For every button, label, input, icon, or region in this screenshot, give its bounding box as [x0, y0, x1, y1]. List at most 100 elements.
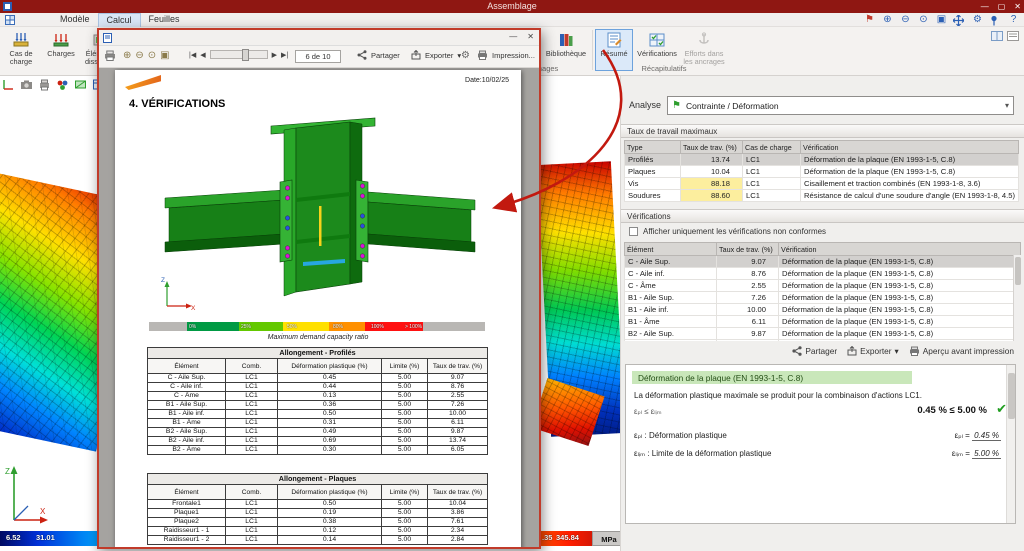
print-preview-button[interactable]: Aperçu avant impression [909, 346, 1014, 356]
previous-page-button[interactable]: ◀ [200, 51, 205, 59]
cell: B2 - Aile Sup. [625, 328, 717, 340]
column-header[interactable]: Taux de trav. (%) [717, 243, 779, 256]
section-plane-icon[interactable] [74, 78, 87, 92]
tab-feuilles[interactable]: Feuilles [141, 13, 188, 27]
preview-title-bar: — ✕ [99, 30, 539, 46]
legend-value: 345.84 [556, 533, 579, 542]
zoom-out-icon[interactable]: ⊖ [135, 50, 143, 62]
cell: 7.26 [717, 292, 779, 304]
table-row[interactable]: B2 - Aile inf. 13.74 Déformation de la p… [625, 340, 1021, 342]
table-row[interactable]: Vis 88.18 LC1 Cisaillement et traction c… [625, 178, 1019, 190]
zoom-window-icon[interactable]: ⊙ [917, 14, 930, 26]
cell: Déformation de la plaque (EN 1993-1-5, C… [801, 166, 1019, 178]
table-row: B1 - Aile inf.LC10.505.0010.00 [148, 410, 488, 419]
table-title-row: Allongement - Profilés [148, 348, 488, 359]
settings-gear-icon[interactable]: ⚙ [971, 14, 984, 26]
analysis-dropdown[interactable]: ⚑ Contrainte / Déformation ▾ [667, 96, 1014, 115]
scrollbar[interactable] [1013, 255, 1021, 341]
verification-detail: Déformation de la plaque (EN 1993-1-5, C… [625, 364, 1016, 524]
column-header[interactable]: Vérification [779, 243, 1021, 256]
preview-document-area[interactable]: Date:10/02/25 4. VÉRIFICATIONS [99, 68, 539, 547]
preview-export-button[interactable]: Exporter ▾ [411, 50, 461, 60]
preview-print-button[interactable]: Impression... [477, 50, 535, 60]
cell: B1 - Aile inf. [625, 304, 717, 316]
zoom-in-icon[interactable]: ⊕ [881, 14, 894, 26]
table-row[interactable]: B1 - Aile inf. 10.00 Déformation de la p… [625, 304, 1021, 316]
printer-icon[interactable] [38, 78, 51, 92]
zoom-page-icon[interactable]: ▣ [160, 50, 169, 62]
help-icon[interactable]: ? [1007, 14, 1020, 26]
table-row[interactable]: C - Aile Sup. 9.07 Déformation de la pla… [625, 256, 1021, 268]
pin-icon[interactable] [989, 15, 1002, 26]
column-header[interactable]: Cas de charge [743, 141, 801, 154]
share-button[interactable]: Partager [792, 346, 837, 356]
section-header-max[interactable]: Taux de travail maximaux [621, 124, 1024, 138]
table-row[interactable]: C - Aile inf. 8.76 Déformation de la pla… [625, 268, 1021, 280]
export-button[interactable]: Exporter ▾ [847, 346, 899, 356]
page-slider-thumb[interactable] [242, 49, 249, 61]
tab-modele[interactable]: Modèle [52, 13, 98, 27]
cell: C - Aile inf. [625, 268, 717, 280]
table-row[interactable]: Soudures 88.60 LC1 Résistance de calcul … [625, 190, 1019, 202]
camera-icon[interactable] [20, 78, 33, 92]
filter-checkbox-row: Afficher uniquement les vérifications no… [629, 227, 826, 236]
palette-icon[interactable] [56, 78, 69, 92]
axes-tool-icon[interactable] [2, 78, 15, 92]
next-page-button[interactable]: ▶ [272, 51, 277, 59]
page-navigation: |◀ ◀ ▶ ▶| [189, 50, 288, 59]
table-row[interactable]: B1 - Âme 6.11 Déformation de la plaque (… [625, 316, 1021, 328]
minimize-button[interactable]: — [981, 2, 989, 11]
cell: C - Âme [625, 280, 717, 292]
preview-close-button[interactable]: ✕ [527, 32, 534, 41]
close-button[interactable]: ✕ [1014, 2, 1021, 11]
first-page-button[interactable]: |◀ [189, 51, 196, 59]
zoom-extents-icon[interactable]: ▣ [935, 14, 948, 26]
zoom-out-icon[interactable]: ⊖ [899, 14, 912, 26]
zoom-in-icon[interactable]: ⊕ [123, 50, 131, 62]
notes-panel-icon[interactable] [1007, 31, 1019, 41]
filter-checkbox[interactable] [629, 227, 638, 236]
detail-value: εₗᵢₘ = 5.00 % [952, 449, 1001, 458]
pan-icon[interactable] [953, 15, 966, 26]
flag-icon[interactable]: ⚑ [863, 14, 876, 26]
legend-value: 31.01 [36, 533, 55, 542]
app-menu-icon[interactable] [5, 15, 15, 25]
column-header[interactable]: Élément [625, 243, 717, 256]
last-page-button[interactable]: ▶| [281, 51, 288, 59]
table-row[interactable]: Profilés 13.74 LC1 Déformation de la pla… [625, 154, 1019, 166]
detail-value-number[interactable]: 0.45 % [972, 431, 1001, 441]
cell: 9.87 [717, 328, 779, 340]
page-slider[interactable] [210, 50, 268, 59]
table-row: Raidisseur1 - 2LC10.145.002.84 [148, 536, 488, 545]
table-row[interactable]: B1 - Aile Sup. 7.26 Déformation de la pl… [625, 292, 1021, 304]
zoom-actual-icon[interactable]: ⊙ [148, 50, 156, 62]
detail-value-number[interactable]: 5.00 % [972, 449, 1001, 459]
cell: Cisaillement et traction combinés (EN 19… [801, 178, 1019, 190]
print-button[interactable] [104, 50, 116, 61]
document-icon [103, 33, 112, 43]
preview-share-button[interactable]: Partager [357, 50, 400, 60]
cell: B1 - Aile Sup. [625, 292, 717, 304]
cell: 10.04 [681, 166, 743, 178]
ribbon-button-load-cases[interactable]: Cas de charge [2, 29, 40, 71]
coordinate-axes: Z X [4, 462, 50, 528]
table-row[interactable]: Plaques 10.04 LC1 Déformation de la plaq… [625, 166, 1019, 178]
tab-calcul[interactable]: Calcul [98, 13, 141, 27]
window-layout-icon[interactable] [991, 31, 1003, 41]
column-header[interactable]: Taux de trav. (%) [681, 141, 743, 154]
ribbon-button-charges[interactable]: Charges [42, 29, 80, 71]
table-row[interactable]: B2 - Aile Sup. 9.87 Déformation de la pl… [625, 328, 1021, 340]
colorbar-caption: Maximum demand capacity ratio [115, 334, 521, 341]
column-header[interactable]: Vérification [801, 141, 1019, 154]
column-header[interactable]: Type [625, 141, 681, 154]
table-header-row: Élément Comb. Déformation plastique (%) … [148, 359, 488, 374]
anchor-forces-icon [695, 31, 713, 49]
section-header-verifications[interactable]: Vérifications [621, 209, 1024, 223]
maximize-button[interactable]: ▢ [998, 2, 1006, 11]
table-row[interactable]: C - Âme 2.55 Déformation de la plaque (E… [625, 280, 1021, 292]
preview-minimize-button[interactable]: — [509, 32, 517, 41]
preview-settings-button[interactable]: ⚙ [461, 50, 470, 62]
table-row: B1 - Aile Sup.LC10.365.007.26 [148, 401, 488, 410]
printer-icon [104, 50, 116, 61]
scrollbar[interactable] [1006, 365, 1015, 523]
